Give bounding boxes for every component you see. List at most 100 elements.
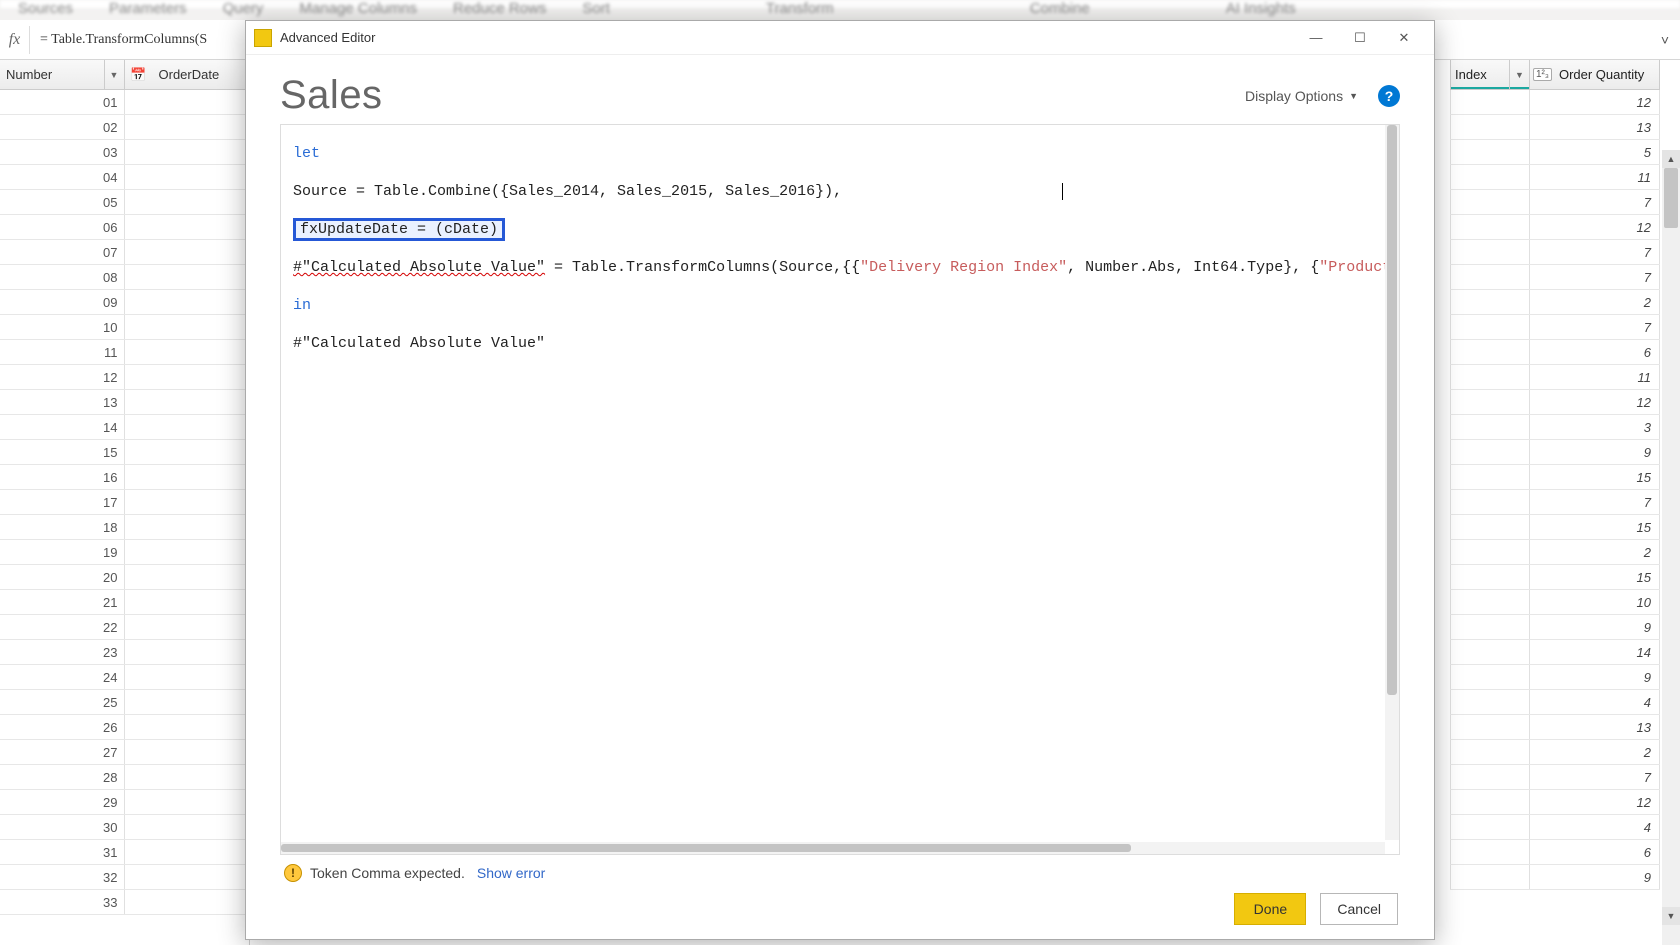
- table-row[interactable]: 2: [1450, 290, 1660, 315]
- code-editor[interactable]: let Source = Table.Combine({Sales_2014, …: [280, 124, 1400, 855]
- table-row[interactable]: 9: [1450, 440, 1660, 465]
- table-row[interactable]: 24: [0, 665, 249, 690]
- table-row[interactable]: 11: [1450, 365, 1660, 390]
- table-row[interactable]: 15: [1450, 565, 1660, 590]
- table-row[interactable]: 6: [1450, 840, 1660, 865]
- table-row[interactable]: 4: [1450, 815, 1660, 840]
- table-row[interactable]: 07: [0, 240, 249, 265]
- table-row[interactable]: 13: [1450, 115, 1660, 140]
- scroll-up-button[interactable]: ▲: [1662, 150, 1680, 168]
- show-error-link[interactable]: Show error: [477, 865, 545, 881]
- ribbon-item[interactable]: Transform: [748, 0, 852, 8]
- table-row[interactable]: 14: [1450, 640, 1660, 665]
- vertical-scrollbar[interactable]: ▲ ▼: [1662, 150, 1680, 945]
- table-row[interactable]: 06: [0, 215, 249, 240]
- table-row[interactable]: 08: [0, 265, 249, 290]
- table-row[interactable]: 2: [1450, 740, 1660, 765]
- table-row[interactable]: 22: [0, 615, 249, 640]
- table-row[interactable]: 32: [0, 865, 249, 890]
- editor-horizontal-scrollbar[interactable]: [281, 842, 1385, 854]
- table-row[interactable]: 15: [1450, 465, 1660, 490]
- table-row[interactable]: 01: [0, 90, 249, 115]
- display-options-dropdown[interactable]: Display Options ▼: [1235, 82, 1368, 110]
- ribbon-item[interactable]: Sources: [0, 0, 91, 8]
- scrollbar-thumb[interactable]: [1387, 125, 1397, 695]
- table-row[interactable]: 12: [1450, 790, 1660, 815]
- column-header-orderdate[interactable]: 📅 OrderDate: [125, 60, 250, 90]
- table-row[interactable]: 15: [1450, 515, 1660, 540]
- table-row[interactable]: 3: [1450, 415, 1660, 440]
- column-filter-button[interactable]: ▼: [1509, 60, 1529, 89]
- formula-expand-button[interactable]: ˅: [1650, 32, 1680, 48]
- table-row[interactable]: 31: [0, 840, 249, 865]
- table-row[interactable]: 09: [0, 290, 249, 315]
- minimize-button[interactable]: —: [1294, 21, 1338, 54]
- ribbon-item[interactable]: Sort: [564, 0, 628, 8]
- column-filter-button[interactable]: ▼: [104, 60, 124, 89]
- table-row[interactable]: 12: [1450, 215, 1660, 240]
- table-row[interactable]: 13: [1450, 715, 1660, 740]
- ribbon-item[interactable]: Query: [205, 0, 282, 8]
- scrollbar-thumb[interactable]: [1664, 168, 1678, 228]
- ribbon-item[interactable]: Reduce Rows: [435, 0, 564, 8]
- table-row[interactable]: 03: [0, 140, 249, 165]
- cancel-button[interactable]: Cancel: [1320, 893, 1398, 925]
- ribbon-item[interactable]: Combine: [1012, 0, 1108, 8]
- table-row[interactable]: 7: [1450, 265, 1660, 290]
- column-header-index[interactable]: Index ▼: [1450, 60, 1530, 90]
- column-header-number[interactable]: Number ▼: [0, 60, 125, 90]
- table-row[interactable]: 5: [1450, 140, 1660, 165]
- table-row[interactable]: 13: [0, 390, 249, 415]
- scroll-down-button[interactable]: ▼: [1662, 907, 1680, 925]
- ribbon-item[interactable]: Parameters: [91, 0, 205, 8]
- ribbon-item[interactable]: Manage Columns: [281, 0, 435, 8]
- table-row[interactable]: 20: [0, 565, 249, 590]
- powerbi-logo-icon: [254, 29, 272, 47]
- table-row[interactable]: 12: [1450, 390, 1660, 415]
- table-row[interactable]: 9: [1450, 615, 1660, 640]
- editor-vertical-scrollbar[interactable]: [1385, 125, 1399, 840]
- table-row[interactable]: 16: [0, 465, 249, 490]
- table-row[interactable]: 7: [1450, 240, 1660, 265]
- table-row[interactable]: 4: [1450, 690, 1660, 715]
- table-row[interactable]: 11: [0, 340, 249, 365]
- scrollbar-thumb[interactable]: [281, 844, 1131, 852]
- table-row[interactable]: 15: [0, 440, 249, 465]
- table-row[interactable]: 19: [0, 540, 249, 565]
- table-row[interactable]: 7: [1450, 190, 1660, 215]
- table-row[interactable]: 7: [1450, 765, 1660, 790]
- table-row[interactable]: 04: [0, 165, 249, 190]
- table-row[interactable]: 25: [0, 690, 249, 715]
- table-row[interactable]: 28: [0, 765, 249, 790]
- table-row[interactable]: 14: [0, 415, 249, 440]
- table-row[interactable]: 29: [0, 790, 249, 815]
- done-button[interactable]: Done: [1234, 893, 1306, 925]
- table-row[interactable]: 18: [0, 515, 249, 540]
- table-row[interactable]: 7: [1450, 490, 1660, 515]
- table-row[interactable]: 05: [0, 190, 249, 215]
- table-row[interactable]: 9: [1450, 865, 1660, 890]
- table-row[interactable]: 26: [0, 715, 249, 740]
- table-row[interactable]: 7: [1450, 315, 1660, 340]
- ribbon-item[interactable]: AI Insights: [1208, 0, 1314, 8]
- column-header-order-quantity[interactable]: 1²₃ Order Quantity: [1530, 60, 1660, 90]
- table-row[interactable]: 2: [1450, 540, 1660, 565]
- table-row[interactable]: 23: [0, 640, 249, 665]
- dialog-title-bar: Advanced Editor — ☐ ✕: [246, 21, 1434, 55]
- table-row[interactable]: 17: [0, 490, 249, 515]
- maximize-button[interactable]: ☐: [1338, 21, 1382, 54]
- table-row[interactable]: 11: [1450, 165, 1660, 190]
- table-row[interactable]: 33: [0, 890, 249, 915]
- table-row[interactable]: 21: [0, 590, 249, 615]
- table-row[interactable]: 12: [0, 365, 249, 390]
- close-button[interactable]: ✕: [1382, 21, 1426, 54]
- table-row[interactable]: 27: [0, 740, 249, 765]
- table-row[interactable]: 9: [1450, 665, 1660, 690]
- table-row[interactable]: 02: [0, 115, 249, 140]
- help-button[interactable]: ?: [1378, 85, 1400, 107]
- table-row[interactable]: 6: [1450, 340, 1660, 365]
- table-row[interactable]: 10: [0, 315, 249, 340]
- table-row[interactable]: 10: [1450, 590, 1660, 615]
- table-row[interactable]: 12: [1450, 90, 1660, 115]
- table-row[interactable]: 30: [0, 815, 249, 840]
